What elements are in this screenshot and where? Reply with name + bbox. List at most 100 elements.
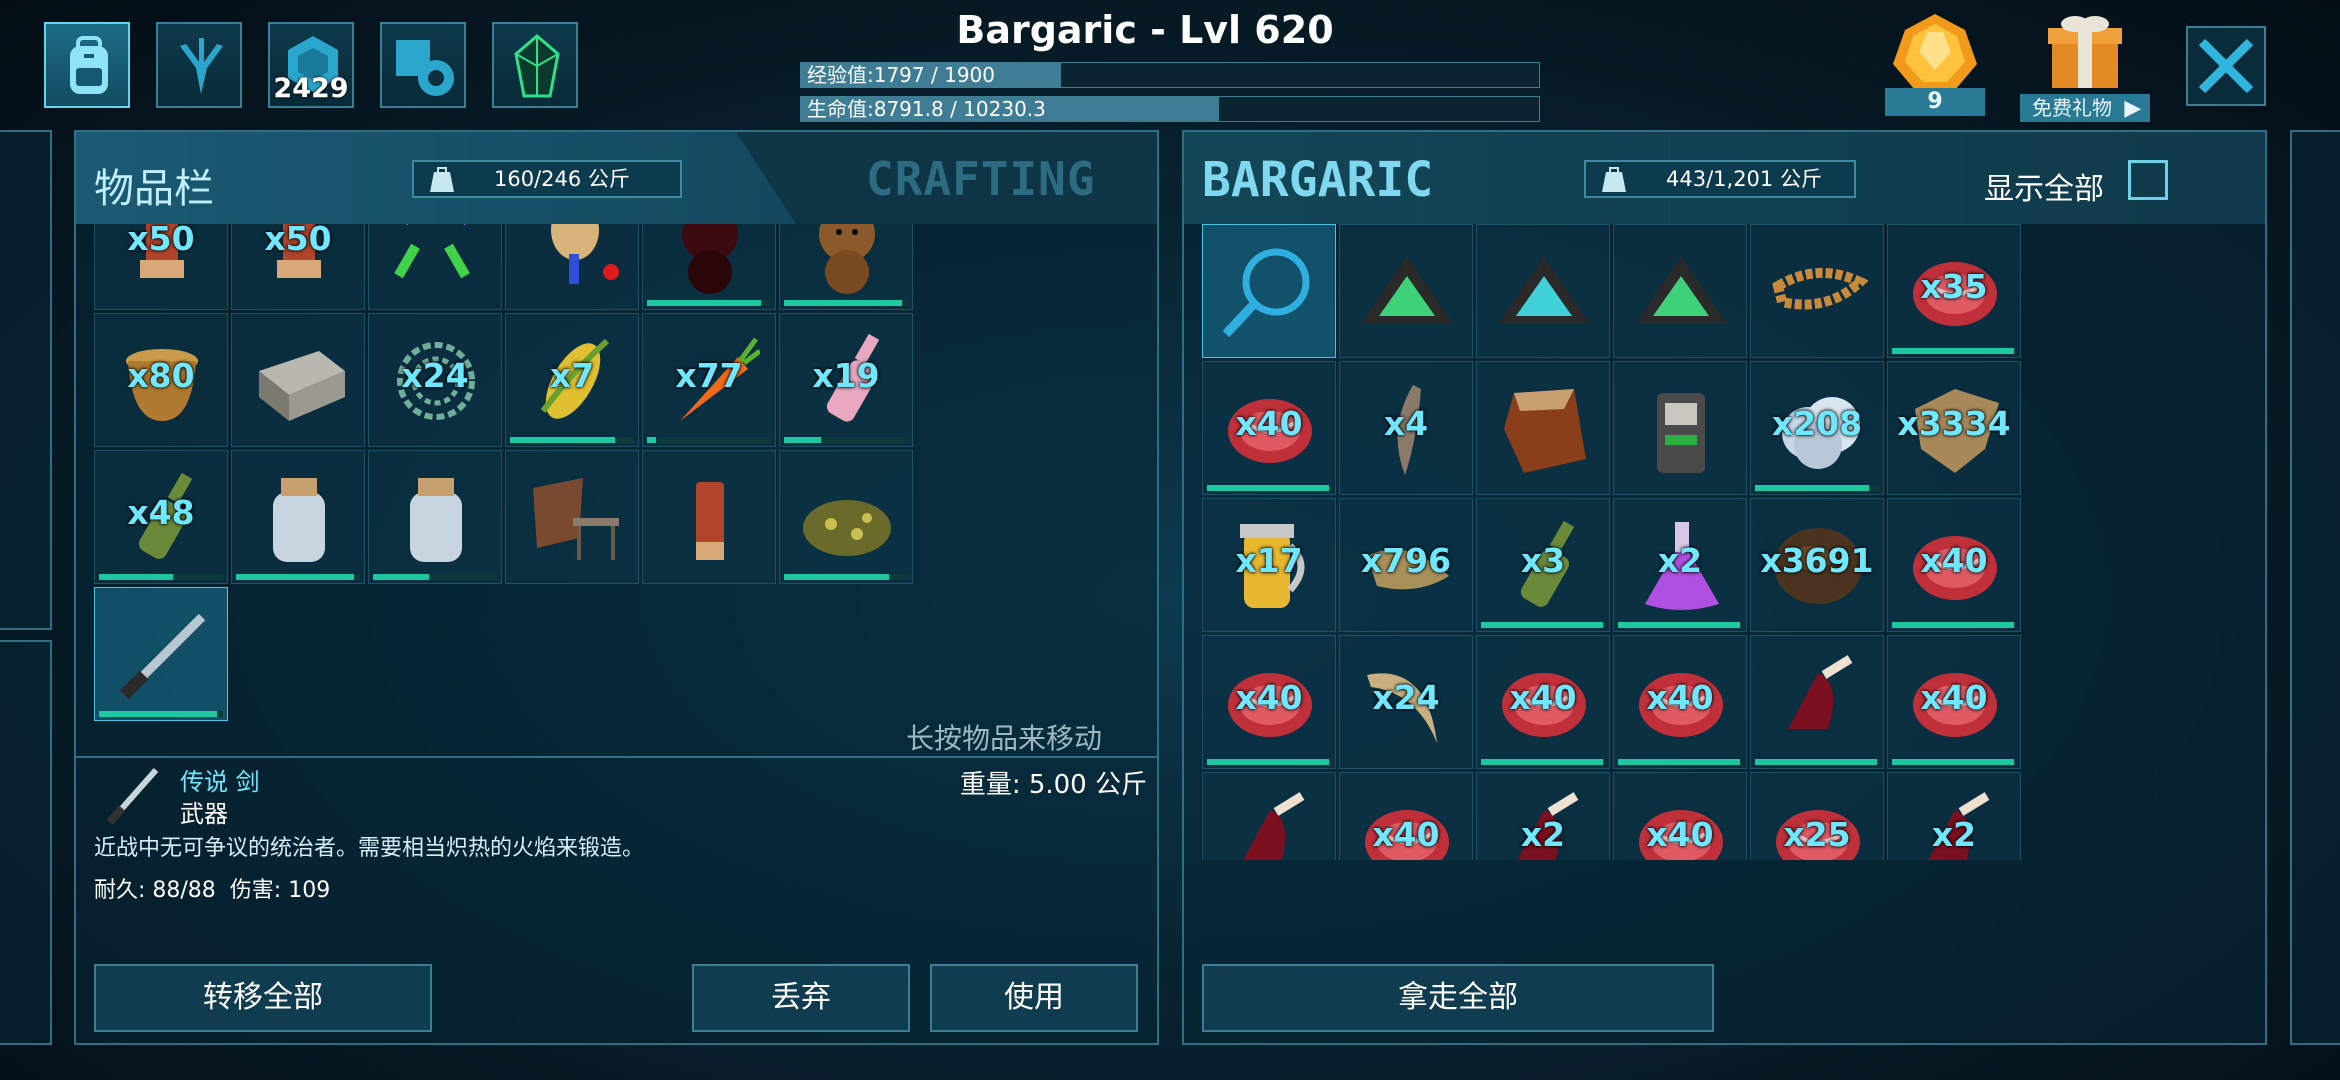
inventory-weight: 160/246 公斤 xyxy=(494,167,630,191)
meat-slot[interactable]: x40 xyxy=(1613,772,1747,860)
fang-slot[interactable]: x4 xyxy=(1339,361,1473,495)
item-quantity: x40 xyxy=(1646,815,1714,854)
pink-bottle-slot[interactable]: x19 xyxy=(779,313,913,447)
drop-button[interactable]: 丢弃 xyxy=(692,964,910,1032)
meat-slot[interactable]: x40 xyxy=(1887,498,2021,632)
durability-bar xyxy=(784,437,822,443)
cloud-slot[interactable]: x208 xyxy=(1750,361,1884,495)
crafting-table-slot[interactable] xyxy=(505,450,639,584)
inventory-tab-button[interactable] xyxy=(44,22,130,108)
green-bottle-slot[interactable]: x3 xyxy=(1476,498,1610,632)
remote-title: BARGARIC xyxy=(1202,152,1434,208)
dark-teddy-bear-slot[interactable] xyxy=(642,224,776,310)
remote-grid[interactable]: x35 x40 x4 x208 x3334 x17 x796 x3 x2 x3691 x40 x40 x… xyxy=(1184,224,2265,860)
green-crystal-slot[interactable] xyxy=(1613,224,1747,358)
item-category: 武器 xyxy=(180,800,228,828)
use-button[interactable]: 使用 xyxy=(930,964,1138,1032)
green-crystal-icon xyxy=(514,34,560,98)
item-quantity: x25 xyxy=(1783,815,1851,854)
leather-cloth-slot[interactable] xyxy=(1476,361,1610,495)
workbench-slot[interactable] xyxy=(231,313,365,447)
carrot-slot[interactable]: x77 xyxy=(642,313,776,447)
item-quantity: x40 xyxy=(1920,541,1988,580)
durability-bar xyxy=(1755,485,1870,491)
jar-slot[interactable] xyxy=(368,450,502,584)
left-edge-panel[interactable] xyxy=(0,130,52,630)
green-bottle-slot[interactable]: x48 xyxy=(94,450,228,584)
item-quantity: x4 xyxy=(1383,404,1429,443)
shell-slot[interactable] xyxy=(642,450,776,584)
leg-meat-slot[interactable]: x2 xyxy=(1476,772,1610,860)
durability-bar xyxy=(1618,759,1740,765)
fiber-slot[interactable]: x796 xyxy=(1339,498,1473,632)
free-gift-button[interactable]: 免费礼物 ▶ xyxy=(2020,12,2150,122)
crystal-tab-button[interactable] xyxy=(492,22,578,108)
jump-rope-slot[interactable] xyxy=(368,224,502,310)
engram-points-count: 2429 xyxy=(273,73,349,104)
green-crystal-slot[interactable] xyxy=(1339,224,1473,358)
tame-tab-button[interactable] xyxy=(156,22,242,108)
horn-slot[interactable]: x24 xyxy=(1339,635,1473,769)
health-bar: 生命值:8791.8 / 10230.3 xyxy=(800,96,1540,122)
seaweed-icon xyxy=(803,500,891,556)
left-edge-panel-lower[interactable] xyxy=(0,640,52,1045)
brain-coral-slot[interactable]: x24 xyxy=(368,313,502,447)
right-edge-panel[interactable] xyxy=(2290,130,2340,1045)
dino-footprint-icon xyxy=(180,38,223,94)
meat-slot[interactable]: x40 xyxy=(1202,361,1336,495)
hide-slot[interactable]: x3334 xyxy=(1887,361,2021,495)
stone-column-slot[interactable]: x50 xyxy=(231,224,365,310)
beer-jar-slot[interactable]: x17 xyxy=(1202,498,1336,632)
item-quantity: x2 xyxy=(1520,815,1566,854)
meat-slot[interactable]: x25 xyxy=(1750,772,1884,860)
durability-bar xyxy=(1207,485,1329,491)
meat-slot[interactable]: x40 xyxy=(1339,772,1473,860)
durability-bar xyxy=(1481,759,1603,765)
sword-slot[interactable] xyxy=(94,587,228,721)
teddy-bear-slot[interactable] xyxy=(779,224,913,310)
item-quantity: x3334 xyxy=(1897,404,2011,443)
flask-slot[interactable]: x2 xyxy=(1613,498,1747,632)
show-all-checkbox[interactable] xyxy=(2128,160,2168,200)
engrams-tab-button[interactable]: 2429 xyxy=(268,22,354,108)
meat-slot[interactable]: x40 xyxy=(1887,635,2021,769)
jar-slot[interactable] xyxy=(231,450,365,584)
close-button[interactable] xyxy=(2186,26,2266,106)
cyan-crystal-slot[interactable] xyxy=(1476,224,1610,358)
corn-slot[interactable]: x7 xyxy=(505,313,639,447)
settings-tab-button[interactable] xyxy=(380,22,466,108)
item-quantity: x208 xyxy=(1771,404,1863,443)
item-quantity: x40 xyxy=(1235,404,1303,443)
gold-chain-slot[interactable] xyxy=(1750,224,1884,358)
stone-column-slot[interactable]: x50 xyxy=(94,224,228,310)
nut-slot[interactable]: x3691 xyxy=(1750,498,1884,632)
leg-meat-slot[interactable]: x2 xyxy=(1887,772,2021,860)
transfer-all-button[interactable]: 转移全部 xyxy=(94,964,432,1032)
leg-meat-slot[interactable] xyxy=(1202,772,1336,860)
item-quantity: x77 xyxy=(675,356,743,395)
paddle-ball-slot[interactable] xyxy=(505,224,639,310)
durability-bar xyxy=(784,574,890,580)
durability-bar xyxy=(647,300,762,306)
meat-slot[interactable]: x40 xyxy=(1476,635,1610,769)
sword-icon xyxy=(106,768,159,825)
meat-slot[interactable]: x40 xyxy=(1202,635,1336,769)
item-description: 近战中无可争议的统治者。需要相当炽热的火焰来锻造。 xyxy=(94,836,645,861)
crafting-tab-label[interactable]: CRAFTING xyxy=(866,152,1096,206)
item-quantity: x48 xyxy=(127,493,195,532)
search-icon xyxy=(1222,248,1310,338)
item-quantity: x24 xyxy=(401,356,469,395)
amber-button[interactable]: 9 xyxy=(1885,12,1985,116)
clay-pot-slot[interactable]: x80 xyxy=(94,313,228,447)
radio-slot[interactable] xyxy=(1613,361,1747,495)
seaweed-slot[interactable] xyxy=(779,450,913,584)
cyan-crystal-icon xyxy=(1498,256,1590,324)
take-all-button[interactable]: 拿走全部 xyxy=(1202,964,1714,1032)
close-icon xyxy=(2198,38,2254,94)
meat-slot[interactable]: x40 xyxy=(1613,635,1747,769)
leg-meat-slot[interactable] xyxy=(1750,635,1884,769)
search-slot[interactable] xyxy=(1202,224,1336,358)
jump-rope-icon xyxy=(394,224,470,279)
meat-slot[interactable]: x35 xyxy=(1887,224,2021,358)
leather-cloth-icon xyxy=(1504,389,1586,473)
